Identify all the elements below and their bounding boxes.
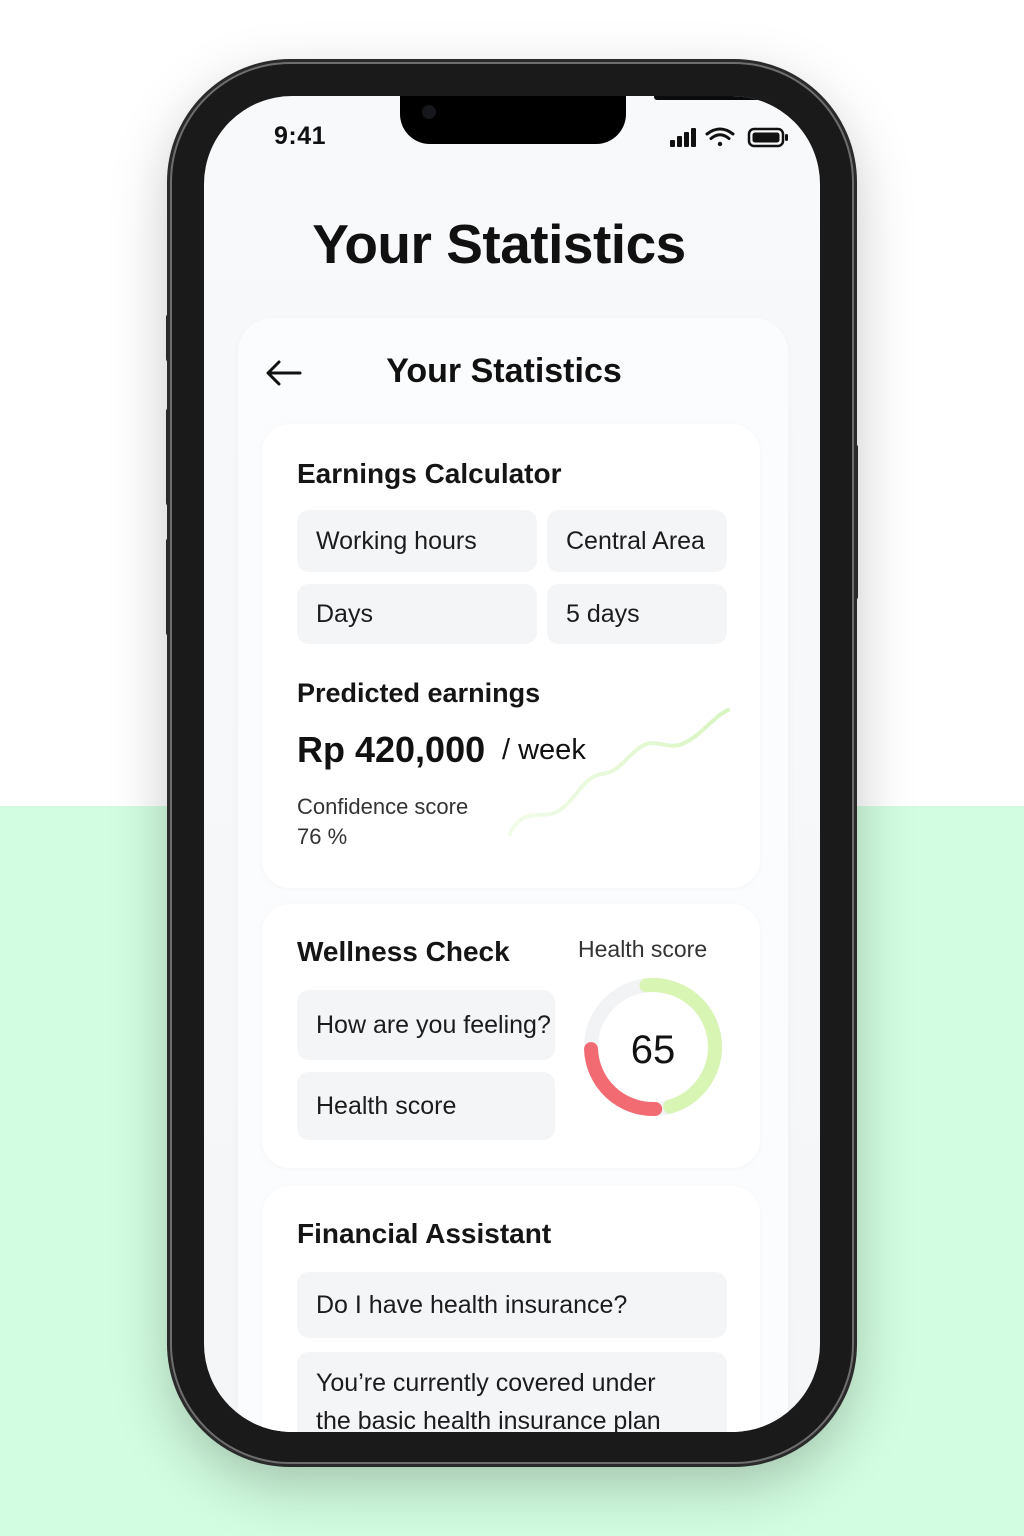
camera-icon [422,105,436,119]
assistant-title: Financial Assistant [297,1218,552,1249]
status-time: 9:41 [274,122,327,150]
status-icons [670,127,788,148]
days-value-field[interactable]: 5 days [547,584,727,644]
confidence-value: 76 % [297,824,348,849]
earnings-title: Earnings Calculator [297,458,562,489]
back-arrow-icon[interactable] [266,360,302,386]
working-hours-field[interactable]: Working hours [297,510,537,572]
wellness-title: Wellness Check [297,936,510,967]
health-score-label: Health score [578,936,708,962]
feeling-field[interactable]: How are you feeling? [297,990,555,1060]
answer-line-1: You’re currently covered under [316,1369,656,1397]
notch [400,96,772,144]
battery-icon [747,127,788,148]
confidence-label: Confidence score [297,794,469,819]
health-score-button[interactable]: Health score [297,1072,555,1140]
area-field[interactable]: Central Area [547,510,727,572]
answer-line-2: the basic health insurance plan [316,1407,661,1432]
days-field[interactable]: Days [297,584,537,644]
assistant-answer-text: You’re currently covered under the basic… [316,1364,716,1432]
earnings-calculator-card: Earnings Calculator Working hours Centra… [262,424,760,888]
header-title: Your Statistics [386,352,622,390]
earnings-sparkline [508,708,730,836]
wellness-check-card: Wellness Check Health score How are you … [262,904,760,1168]
speaker [654,96,772,100]
assistant-answer: You’re currently covered under the basic… [297,1352,727,1432]
wifi-icon [705,127,735,147]
phone-screen: 9:41 Your Statistics Your Statistics Ear… [204,96,820,1432]
health-score-value: 65 [630,1028,676,1072]
power-button [852,444,858,600]
assistant-question[interactable]: Do I have health insurance? [297,1272,727,1338]
financial-assistant-card: Financial Assistant Do I have health ins… [262,1186,760,1432]
signal-icon [670,128,696,147]
page-title: Your Statistics [312,213,686,275]
predicted-amount: Rp 420,000 [297,729,486,770]
